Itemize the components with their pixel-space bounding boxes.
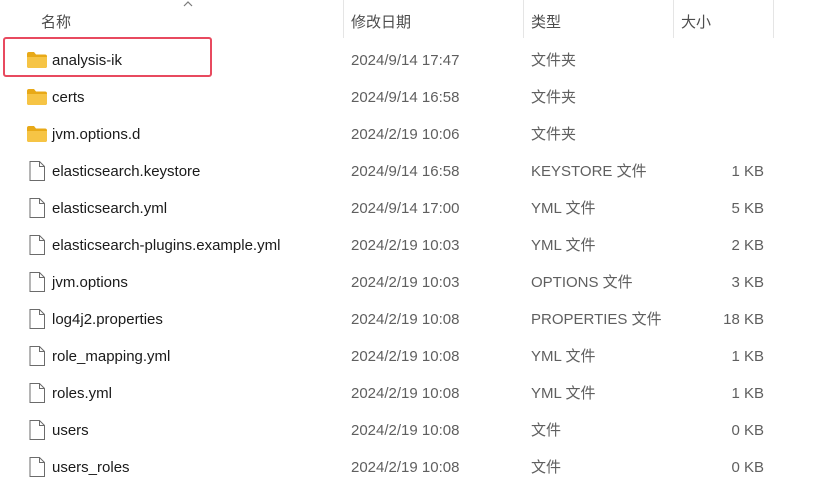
file-name: elasticsearch.yml — [52, 200, 168, 217]
file-icon — [26, 235, 48, 255]
column-divider[interactable] — [343, 0, 344, 38]
column-header-type[interactable]: 类型 — [531, 11, 561, 32]
file-size: 1 KB — [731, 348, 764, 365]
file-type: 文件 — [531, 422, 562, 439]
file-type: PROPERTIES 文件 — [531, 311, 662, 328]
column-header-name[interactable]: 名称 — [41, 11, 71, 32]
column-divider[interactable] — [773, 0, 774, 38]
file-row[interactable]: role_mapping.yml 2024/2/19 10:08 YML 文件 1 K… — [0, 338, 831, 375]
file-name: log4j2.properties — [52, 311, 163, 328]
file-icon — [26, 383, 48, 403]
file-size: 5 KB — [731, 200, 764, 217]
file-modified-date: 2024/2/19 10:08 — [351, 311, 460, 328]
file-type: 文件夹 — [531, 126, 577, 143]
folder-row[interactable]: certs 2024/9/14 16:58 文件夹 — [0, 79, 831, 116]
file-modified-date: 2024/2/19 10:03 — [351, 237, 460, 254]
file-icon — [26, 272, 48, 292]
file-row[interactable]: elasticsearch.yml 2024/9/14 17:00 YML 文件 5 … — [0, 190, 831, 227]
file-row[interactable]: elasticsearch-plugins.example.yml 2024/2/… — [0, 227, 831, 264]
file-row[interactable]: jvm.options 2024/2/19 10:03 OPTIONS 文件 3 KB — [0, 264, 831, 301]
highlight-annotation-box — [3, 37, 212, 77]
file-icon — [26, 198, 48, 218]
column-header-bar: 名称 修改日期 类型 大小 — [0, 0, 831, 38]
file-modified-date: 2024/9/14 17:00 — [351, 200, 460, 217]
file-row[interactable]: users_roles 2024/2/19 10:08 文件 0 KB — [0, 449, 831, 486]
file-type: YML 文件 — [531, 200, 596, 217]
folder-row[interactable]: jvm.options.d 2024/2/19 10:06 文件夹 — [0, 116, 831, 153]
file-size: 18 KB — [723, 311, 764, 328]
file-type: OPTIONS 文件 — [531, 274, 633, 291]
file-name: jvm.options.d — [52, 126, 141, 143]
file-type: YML 文件 — [531, 237, 596, 254]
file-row[interactable]: users 2024/2/19 10:08 文件 0 KB — [0, 412, 831, 449]
file-row[interactable]: roles.yml 2024/2/19 10:08 YML 文件 1 KB — [0, 375, 831, 412]
file-modified-date: 2024/2/19 10:08 — [351, 385, 460, 402]
file-modified-date: 2024/9/14 16:58 — [351, 163, 460, 180]
file-size: 0 KB — [731, 422, 764, 439]
file-name: elasticsearch-plugins.example.yml — [52, 237, 281, 254]
file-name: users_roles — [52, 459, 130, 476]
file-icon — [26, 309, 48, 329]
file-icon — [26, 161, 48, 181]
file-size: 2 KB — [731, 237, 764, 254]
folder-icon — [26, 124, 48, 144]
file-modified-date: 2024/9/14 17:47 — [351, 52, 460, 69]
file-name: roles.yml — [52, 385, 113, 402]
file-type: KEYSTORE 文件 — [531, 163, 647, 180]
file-type: 文件夹 — [531, 89, 577, 106]
file-modified-date: 2024/2/19 10:06 — [351, 126, 460, 143]
file-size: 1 KB — [731, 385, 764, 402]
file-icon — [26, 420, 48, 440]
file-size: 3 KB — [731, 274, 764, 291]
file-name: role_mapping.yml — [52, 348, 171, 365]
file-modified-date: 2024/2/19 10:03 — [351, 274, 460, 291]
file-name: certs — [52, 89, 85, 106]
file-row[interactable]: log4j2.properties 2024/2/19 10:08 PROPERTI… — [0, 301, 831, 338]
file-type: YML 文件 — [531, 348, 596, 365]
file-name: users — [52, 422, 89, 439]
file-name: elasticsearch.keystore — [52, 163, 201, 180]
sort-ascending-icon — [183, 1, 193, 7]
column-divider[interactable] — [523, 0, 524, 38]
column-header-size[interactable]: 大小 — [681, 11, 711, 32]
file-modified-date: 2024/2/19 10:08 — [351, 422, 460, 439]
file-size: 0 KB — [731, 459, 764, 476]
column-header-modified[interactable]: 修改日期 — [351, 11, 411, 32]
file-type: 文件夹 — [531, 52, 577, 69]
file-modified-date: 2024/9/14 16:58 — [351, 89, 460, 106]
column-divider[interactable] — [673, 0, 674, 38]
folder-icon — [26, 87, 48, 107]
file-size: 1 KB — [731, 163, 764, 180]
file-row[interactable]: elasticsearch.keystore 2024/9/14 16:58 KEY… — [0, 153, 831, 190]
file-modified-date: 2024/2/19 10:08 — [351, 459, 460, 476]
file-type: YML 文件 — [531, 385, 596, 402]
file-icon — [26, 346, 48, 366]
file-name: jvm.options — [52, 274, 128, 291]
file-modified-date: 2024/2/19 10:08 — [351, 348, 460, 365]
file-type: 文件 — [531, 459, 562, 476]
file-icon — [26, 457, 48, 477]
